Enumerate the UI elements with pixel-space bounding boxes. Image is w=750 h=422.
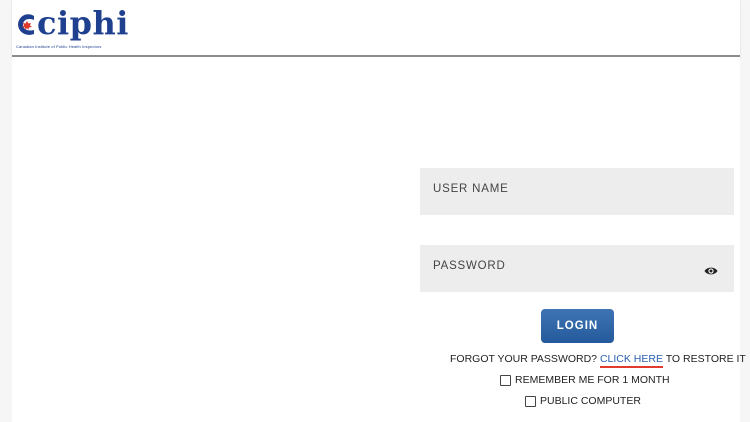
- forgot-suffix: TO RESTORE IT: [662, 353, 746, 365]
- logo-subtitle: Canadian Institute of Public Health Insp…: [16, 44, 102, 49]
- remember-me-label: REMEMBER ME FOR 1 MONTH: [515, 374, 670, 386]
- public-computer-option[interactable]: PUBLIC COMPUTER: [525, 395, 641, 407]
- password-placeholder: PASSWORD: [433, 260, 506, 272]
- maple-leaf-icon: [18, 14, 34, 35]
- forgot-prefix: FORGOT YOUR PASSWORD?: [450, 353, 600, 365]
- eye-icon[interactable]: [704, 263, 718, 275]
- ciphi-logo[interactable]: ciphi Canadian Institute of Public Healt…: [16, 4, 136, 52]
- logo-wordmark: ciphi: [37, 4, 129, 42]
- public-computer-checkbox[interactable]: [525, 395, 536, 407]
- password-field[interactable]: PASSWORD: [420, 245, 734, 292]
- login-button[interactable]: LOGIN: [541, 309, 614, 343]
- remember-me-checkbox[interactable]: [500, 374, 511, 386]
- forgot-password-line: FORGOT YOUR PASSWORD? CLICK HERE TO REST…: [450, 353, 750, 368]
- remember-me-option[interactable]: REMEMBER ME FOR 1 MONTH: [500, 374, 670, 386]
- restore-password-link[interactable]: CLICK HERE: [599, 353, 663, 368]
- left-margin: [0, 0, 12, 422]
- login-area: USER NAME PASSWORD LOGIN FORGOT YOUR PAS…: [12, 57, 746, 422]
- site-header: ciphi Canadian Institute of Public Healt…: [12, 0, 740, 57]
- username-placeholder: USER NAME: [433, 183, 509, 195]
- username-field[interactable]: USER NAME: [420, 168, 734, 215]
- public-computer-label: PUBLIC COMPUTER: [540, 395, 641, 407]
- login-page: ciphi Canadian Institute of Public Healt…: [0, 0, 750, 422]
